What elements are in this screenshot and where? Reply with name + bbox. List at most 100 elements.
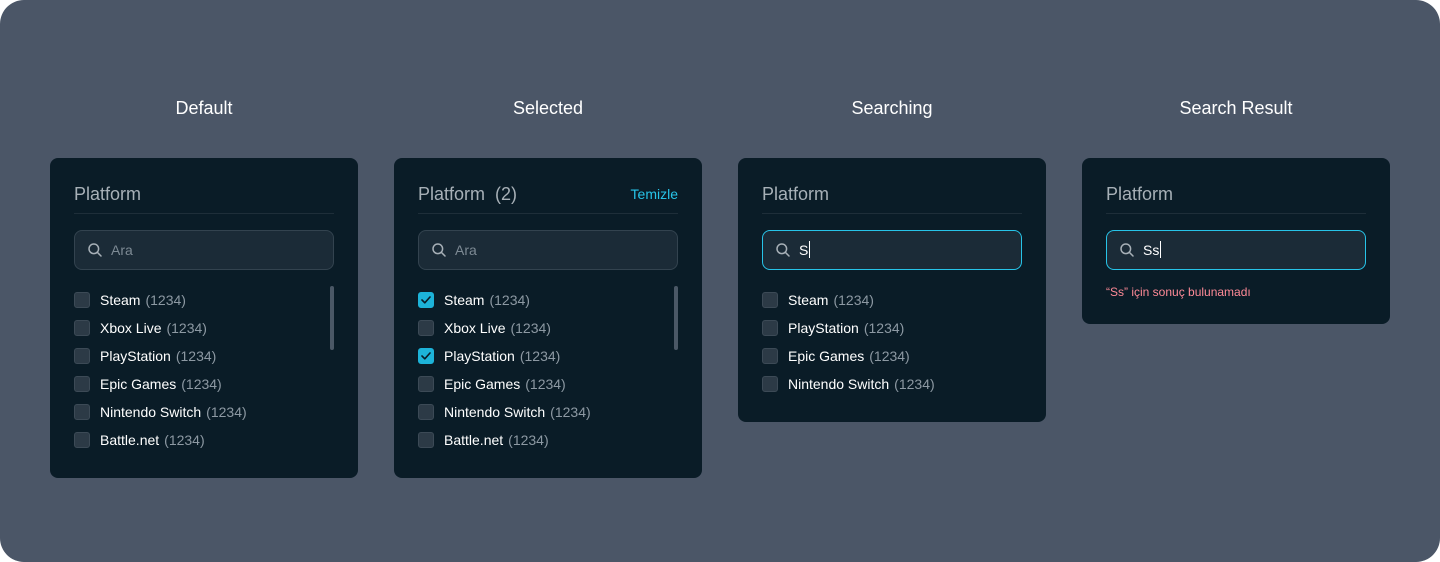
item-count: (1234)	[869, 348, 910, 364]
text-caret	[1160, 241, 1162, 259]
checkbox[interactable]	[74, 292, 90, 308]
item-label: Xbox Live	[444, 320, 506, 336]
item-label: Battle.net	[444, 432, 504, 448]
item-label: Nintendo Switch	[788, 376, 890, 392]
checkbox[interactable]	[418, 404, 434, 420]
checkbox[interactable]	[762, 376, 778, 392]
checkbox[interactable]	[762, 348, 778, 364]
item-label: Battle.net	[100, 432, 160, 448]
list-item[interactable]: Nintendo Switch (1234)	[762, 370, 1022, 398]
item-label: Epic Games	[788, 348, 865, 364]
panel-title: Platform	[74, 184, 142, 204]
item-count: (1234)	[164, 432, 205, 448]
item-label: PlayStation	[100, 348, 171, 364]
search-input[interactable]: Ara	[455, 242, 477, 258]
list-item[interactable]: Battle.net (1234)	[418, 426, 678, 454]
no-result-message: “Ss” için sonuç bulunamadı	[1106, 285, 1251, 299]
search-icon	[87, 242, 103, 258]
list-item[interactable]: PlayStation (1234)	[418, 342, 678, 370]
item-label: Steam	[444, 292, 485, 308]
item-label: PlayStation	[788, 320, 859, 336]
item-count: (1234)	[510, 320, 551, 336]
item-count: (1234)	[489, 292, 530, 308]
list-item[interactable]: Nintendo Switch (1234)	[418, 398, 678, 426]
item-label: Steam	[100, 292, 141, 308]
list-item[interactable]: Epic Games (1234)	[418, 370, 678, 398]
search-input[interactable]: Ara	[111, 242, 133, 258]
list-item[interactable]: Steam (1234)	[418, 286, 678, 314]
search-input[interactable]: S	[799, 241, 811, 259]
item-count: (1234)	[519, 348, 561, 364]
item-count: (1234)	[166, 320, 207, 336]
platform-filter-panel-default: Platform Ara Steam (1234) Xbox Live (123…	[50, 158, 358, 478]
platform-list: Steam (1234) PlayStation (1234) Epic Gam…	[762, 286, 1022, 398]
platform-filter-panel-search-result: Platform Ss “Ss” için sonuç bulunamadı	[1082, 158, 1390, 324]
clear-button[interactable]: Temizle	[631, 186, 678, 202]
search-icon	[1119, 242, 1135, 258]
checkbox[interactable]	[418, 376, 434, 392]
state-title-searching: Searching	[851, 98, 933, 118]
checkbox[interactable]	[74, 348, 90, 364]
search-input[interactable]: Ss	[1143, 241, 1162, 259]
checkbox[interactable]	[418, 432, 434, 448]
item-count: (1234)	[863, 320, 905, 336]
checkbox-checked[interactable]	[418, 292, 434, 308]
search-value: Ss	[1143, 241, 1160, 258]
search-icon	[431, 242, 447, 258]
list-item[interactable]: Xbox Live (1234)	[74, 314, 334, 342]
checkbox-checked[interactable]	[418, 348, 434, 364]
list-item[interactable]: PlayStation (1234)	[74, 342, 334, 370]
item-label: PlayStation	[444, 348, 515, 364]
text-caret	[809, 241, 811, 259]
search-box[interactable]: Ss	[1106, 230, 1366, 270]
list-item[interactable]: Epic Games (1234)	[74, 370, 334, 398]
platform-filter-panel-selected: Platform (2) Temizle Ara Steam (1234) Xb…	[394, 158, 702, 478]
search-box[interactable]: Ara	[74, 230, 334, 270]
item-label: Nintendo Switch	[444, 404, 546, 420]
item-count: (1234)	[508, 432, 549, 448]
list-item[interactable]: Steam (1234)	[74, 286, 334, 314]
item-label: Steam	[788, 292, 829, 308]
checkbox[interactable]	[762, 292, 778, 308]
item-label: Epic Games	[444, 376, 521, 392]
item-count: (1234)	[145, 292, 186, 308]
item-count: (1234)	[181, 376, 222, 392]
list-item[interactable]: Nintendo Switch (1234)	[74, 398, 334, 426]
platform-filter-panel-searching: Platform S Steam (1234) PlayStation (123…	[738, 158, 1046, 422]
panel-title: Platform	[762, 184, 830, 204]
search-value: S	[799, 241, 809, 258]
checkbox[interactable]	[418, 320, 434, 336]
state-title-selected: Selected	[512, 98, 584, 118]
list-item[interactable]: PlayStation (1234)	[762, 314, 1022, 342]
scrollbar[interactable]	[330, 286, 334, 350]
item-count: (1234)	[833, 292, 874, 308]
item-count: (1234)	[550, 404, 591, 420]
checkbox[interactable]	[74, 432, 90, 448]
list-item[interactable]: Epic Games (1234)	[762, 342, 1022, 370]
list-item[interactable]: Xbox Live (1234)	[418, 314, 678, 342]
checkmark-icon	[421, 352, 431, 360]
list-item[interactable]: Battle.net (1234)	[74, 426, 334, 454]
panel-header: Platform	[1106, 182, 1366, 214]
search-box[interactable]: S	[762, 230, 1022, 270]
item-count: (1234)	[206, 404, 247, 420]
panel-header: Platform (2) Temizle	[418, 182, 678, 214]
checkbox[interactable]	[74, 404, 90, 420]
state-title-search-result: Search Result	[1179, 98, 1293, 118]
platform-list: Steam (1234) Xbox Live (1234) PlayStatio…	[418, 286, 678, 454]
checkmark-icon	[421, 296, 431, 304]
search-box[interactable]: Ara	[418, 230, 678, 270]
checkbox[interactable]	[74, 376, 90, 392]
item-count: (1234)	[175, 348, 217, 364]
panel-header: Platform	[74, 182, 334, 214]
checkbox[interactable]	[74, 320, 90, 336]
item-label: Nintendo Switch	[100, 404, 202, 420]
list-item[interactable]: Steam (1234)	[762, 286, 1022, 314]
panel-title: Platform (2)	[418, 184, 518, 204]
item-count: (1234)	[894, 376, 935, 392]
panel-title: Platform	[1106, 184, 1174, 204]
scrollbar[interactable]	[674, 286, 678, 350]
platform-list: Steam (1234) Xbox Live (1234) PlayStatio…	[74, 286, 334, 454]
item-label: Xbox Live	[100, 320, 162, 336]
checkbox[interactable]	[762, 320, 778, 336]
